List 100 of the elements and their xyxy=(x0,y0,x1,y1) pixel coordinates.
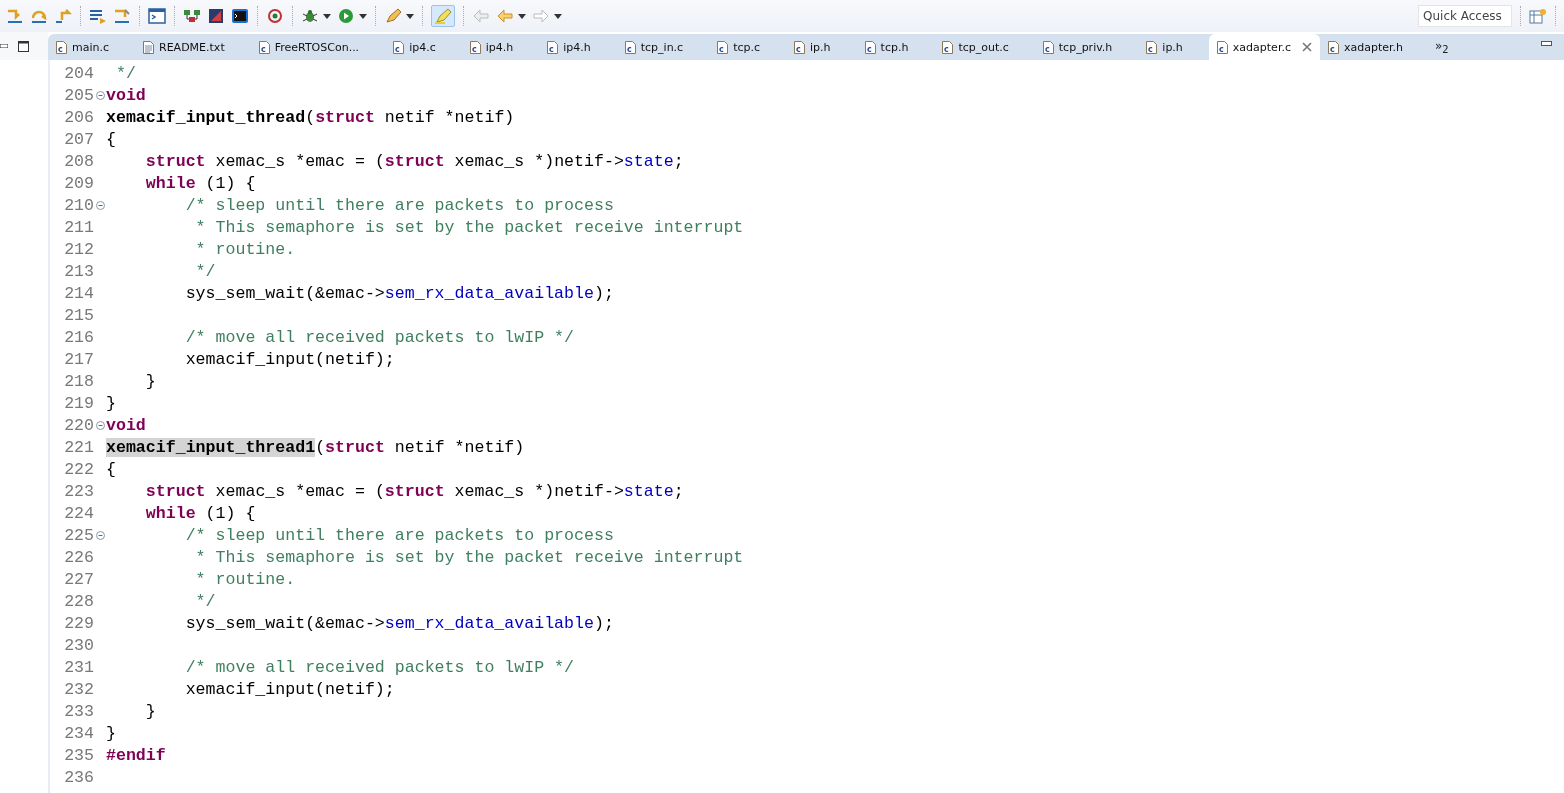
editor-tab[interactable]: c tcp_in.c xyxy=(616,34,710,60)
fold-icon[interactable] xyxy=(95,420,105,430)
caret-icon[interactable] xyxy=(518,13,526,19)
console-icon[interactable] xyxy=(231,8,249,24)
line-number: 213 xyxy=(63,261,94,281)
editor-tab[interactable]: c ip4.c xyxy=(385,34,462,60)
editor-tab[interactable]: c main.c xyxy=(48,34,136,60)
code-line: xemacif_input_thread(struct netif *netif) xyxy=(106,107,515,127)
text-file-icon xyxy=(143,40,155,54)
c-file-icon: c xyxy=(469,40,481,54)
line-number: 209 xyxy=(63,173,94,193)
editor-tab[interactable]: c xadapter.h xyxy=(1319,34,1429,60)
pen-icon[interactable] xyxy=(384,8,402,24)
line-number: 206 xyxy=(63,107,94,127)
editor-tab[interactable]: c tcp_out.c xyxy=(934,34,1035,60)
line-number: 225 xyxy=(63,525,94,545)
fold-icon[interactable] xyxy=(95,200,105,210)
code-line: sys_sem_wait(&emac->sem_rx_data_available); xyxy=(184,283,614,303)
list-icon[interactable] xyxy=(89,8,107,24)
line-number: 223 xyxy=(63,481,94,501)
maximize-icon[interactable] xyxy=(18,40,29,52)
editor-tab[interactable]: c ip4.h xyxy=(461,34,540,60)
code-line: xemacif_input(netif); xyxy=(184,349,395,369)
line-number: 227 xyxy=(63,569,94,589)
step-into-icon[interactable] xyxy=(6,8,24,24)
c-file-icon: c xyxy=(56,40,67,54)
code-line: /* move all received packets to lwIP */ xyxy=(184,657,575,677)
c-file-icon: c xyxy=(717,40,729,54)
line-number: 218 xyxy=(63,371,94,391)
fold-icon[interactable] xyxy=(95,530,105,540)
code-line: xemacif_input(netif); xyxy=(184,679,395,699)
code-line: { xyxy=(106,129,116,149)
line-number: 216 xyxy=(63,327,94,347)
run-icon[interactable] xyxy=(337,8,355,24)
editor-tab[interactable]: c tcp_priv.h xyxy=(1034,34,1139,60)
editor-tab[interactable]: c tcp.c xyxy=(709,34,787,60)
line-number: 228 xyxy=(63,591,94,611)
bug-icon[interactable] xyxy=(301,8,319,24)
code-line: /* sleep until there are packets to process xyxy=(184,195,614,215)
line-number: 226 xyxy=(63,547,94,567)
code-line: sys_sem_wait(&emac->sem_rx_data_available); xyxy=(184,613,614,633)
code-line: void xyxy=(106,85,146,105)
network-icon[interactable] xyxy=(183,8,201,24)
c-file-icon: c xyxy=(864,40,876,54)
caret-icon[interactable] xyxy=(406,13,414,19)
code-line: */ xyxy=(194,261,216,281)
editor-tab[interactable]: README.txt xyxy=(135,34,251,60)
c-file-icon: c xyxy=(1216,40,1228,54)
line-number: 204 xyxy=(63,63,94,83)
editor-tab[interactable]: c xadapter.c xyxy=(1208,34,1320,60)
line-number: 220 xyxy=(63,415,94,435)
editor-tab[interactable]: c tcp.h xyxy=(856,34,935,60)
c-file-icon: c xyxy=(393,40,405,54)
c-file-icon: c xyxy=(258,40,270,54)
terminal-icon[interactable] xyxy=(148,8,166,24)
line-number: 235 xyxy=(63,745,94,765)
line-number: 234 xyxy=(63,723,94,743)
open-perspective-icon[interactable] xyxy=(1529,8,1547,24)
minimize-icon[interactable] xyxy=(0,44,8,48)
line-number: 233 xyxy=(63,701,94,721)
c-file-icon: c xyxy=(1327,40,1339,54)
line-number: 236 xyxy=(63,767,94,787)
code-line: * routine. xyxy=(194,239,296,259)
editor-tab[interactable]: c ip.h xyxy=(1138,34,1209,60)
caret-icon[interactable] xyxy=(359,13,367,19)
code-line: */ xyxy=(194,591,216,611)
editor-tab[interactable]: c ip4.h xyxy=(539,34,617,60)
line-number: 207 xyxy=(63,129,94,149)
c-file-icon: c xyxy=(942,40,954,54)
code-line: */ xyxy=(114,63,136,83)
fold-icon[interactable] xyxy=(95,90,105,100)
editor-tab[interactable]: c FreeRTOSCon... xyxy=(250,34,386,60)
line-number: 224 xyxy=(63,503,94,523)
line-number: 214 xyxy=(63,283,94,303)
line-number: 229 xyxy=(63,613,94,633)
more-tabs-button[interactable]: »$_{2}$ xyxy=(1434,38,1449,56)
code-line: } xyxy=(144,371,156,391)
line-number: 212 xyxy=(63,239,94,259)
editor-tab[interactable]: c ip.h xyxy=(786,34,857,60)
line-number: 222 xyxy=(63,459,94,479)
caret-icon[interactable] xyxy=(554,13,562,19)
quick-access-field[interactable]: Quick Access xyxy=(1418,5,1512,27)
step-over-icon[interactable] xyxy=(30,8,48,24)
code-line: } xyxy=(106,393,116,413)
line-number: 211 xyxy=(63,217,94,237)
code-line: } xyxy=(106,723,116,743)
caret-icon[interactable] xyxy=(323,13,331,19)
code-line: struct xemac_s *emac = (struct xemac_s *)netif->state; xyxy=(144,151,684,171)
line-number: 219 xyxy=(63,393,94,413)
c-file-icon: c xyxy=(547,40,559,54)
code-line: } xyxy=(144,701,156,721)
code-line: #endif xyxy=(106,745,166,765)
line-number: 221 xyxy=(63,437,94,457)
step-filter-icon[interactable] xyxy=(113,8,131,24)
close-icon[interactable] xyxy=(1301,42,1312,52)
code-line: { xyxy=(106,459,116,479)
minimize-icon[interactable] xyxy=(1541,41,1552,46)
step-return-icon[interactable] xyxy=(54,8,72,24)
line-number: 217 xyxy=(63,349,94,369)
code-line: /* sleep until there are packets to process xyxy=(184,525,614,545)
